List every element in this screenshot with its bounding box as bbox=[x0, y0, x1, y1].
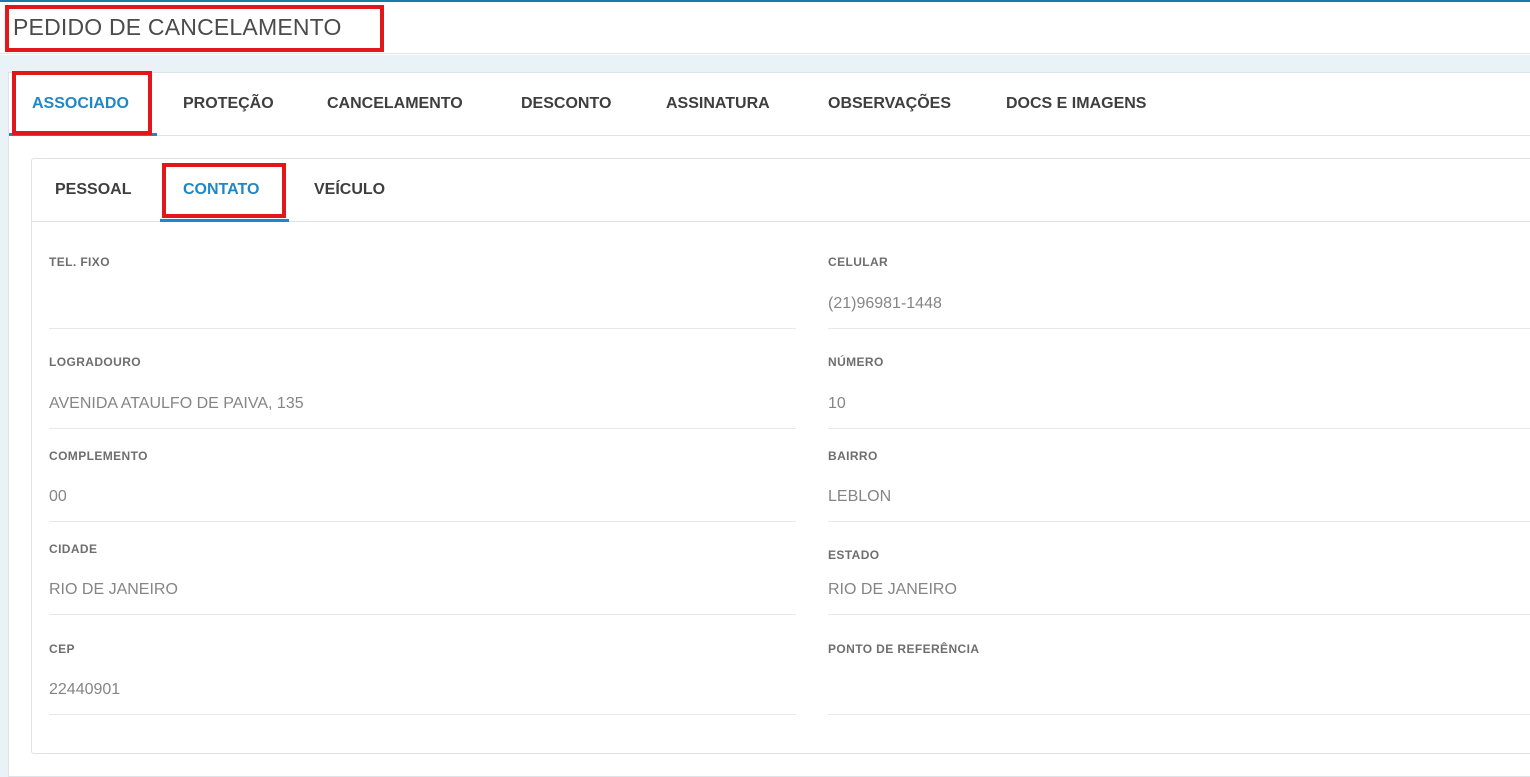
tab-desconto[interactable]: DESCONTO bbox=[521, 73, 611, 136]
divider-logradouro bbox=[49, 428, 796, 429]
value-bairro: LEBLON bbox=[828, 488, 892, 505]
value-cidade: RIO DE JANEIRO bbox=[49, 581, 178, 598]
label-bairro: BAIRRO bbox=[828, 449, 878, 463]
value-complemento: 00 bbox=[49, 488, 67, 505]
page-title: PEDIDO DE CANCELAMENTO bbox=[13, 14, 342, 40]
divider-celular bbox=[828, 328, 1530, 329]
label-complemento: COMPLEMENTO bbox=[49, 449, 148, 463]
divider-cidade bbox=[49, 614, 796, 615]
tab-observacoes[interactable]: OBSERVAÇÕES bbox=[828, 73, 951, 136]
label-logradouro: LOGRADOURO bbox=[49, 355, 141, 369]
label-cep: CEP bbox=[49, 642, 75, 656]
contact-sub-panel: PESSOAL CONTATO VEÍCULO TEL. FIXO CELULA… bbox=[31, 158, 1530, 754]
value-logradouro: AVENIDA ATAULFO DE PAIVA, 135 bbox=[49, 395, 304, 412]
subtab-pessoal[interactable]: PESSOAL bbox=[55, 159, 131, 222]
divider-complemento bbox=[49, 521, 796, 522]
tab-assinatura[interactable]: ASSINATURA bbox=[666, 73, 770, 136]
value-cep: 22440901 bbox=[49, 681, 121, 698]
value-estado: RIO DE JANEIRO bbox=[828, 581, 957, 598]
tab-protecao[interactable]: PROTEÇÃO bbox=[183, 73, 274, 136]
divider-estado bbox=[828, 614, 1530, 615]
page-header: PEDIDO DE CANCELAMENTO bbox=[0, 2, 1530, 54]
divider-bairro bbox=[828, 521, 1530, 522]
label-tel-fixo: TEL. FIXO bbox=[49, 255, 110, 269]
sub-tab-bar: PESSOAL CONTATO VEÍCULO bbox=[32, 159, 1530, 222]
value-numero: 10 bbox=[828, 395, 846, 412]
main-panel: ASSOCIADO PROTEÇÃO CANCELAMENTO DESCONTO… bbox=[8, 72, 1530, 777]
active-tab-underline bbox=[9, 133, 157, 136]
tab-docs-e-imagens[interactable]: DOCS E IMAGENS bbox=[1006, 73, 1146, 136]
tab-associado[interactable]: ASSOCIADO bbox=[32, 73, 129, 136]
divider-tel-fixo bbox=[49, 328, 796, 329]
main-tab-bar: ASSOCIADO PROTEÇÃO CANCELAMENTO DESCONTO… bbox=[9, 73, 1530, 136]
value-celular: (21)96981-1448 bbox=[828, 295, 942, 312]
divider-numero bbox=[828, 428, 1530, 429]
label-cidade: CIDADE bbox=[49, 542, 98, 556]
divider-cep bbox=[49, 714, 796, 715]
subtab-contato[interactable]: CONTATO bbox=[183, 159, 259, 222]
label-ponto-referencia: PONTO DE REFERÊNCIA bbox=[828, 642, 980, 656]
subtab-veiculo[interactable]: VEÍCULO bbox=[314, 159, 385, 222]
label-celular: CELULAR bbox=[828, 255, 889, 269]
tab-cancelamento[interactable]: CANCELAMENTO bbox=[327, 73, 463, 136]
active-subtab-underline bbox=[160, 219, 289, 222]
divider-ponto-referencia bbox=[828, 714, 1530, 715]
label-estado: ESTADO bbox=[828, 548, 880, 562]
label-numero: NÚMERO bbox=[828, 355, 884, 369]
page: PEDIDO DE CANCELAMENTO ASSOCIADO PROTEÇÃ… bbox=[0, 0, 1530, 777]
